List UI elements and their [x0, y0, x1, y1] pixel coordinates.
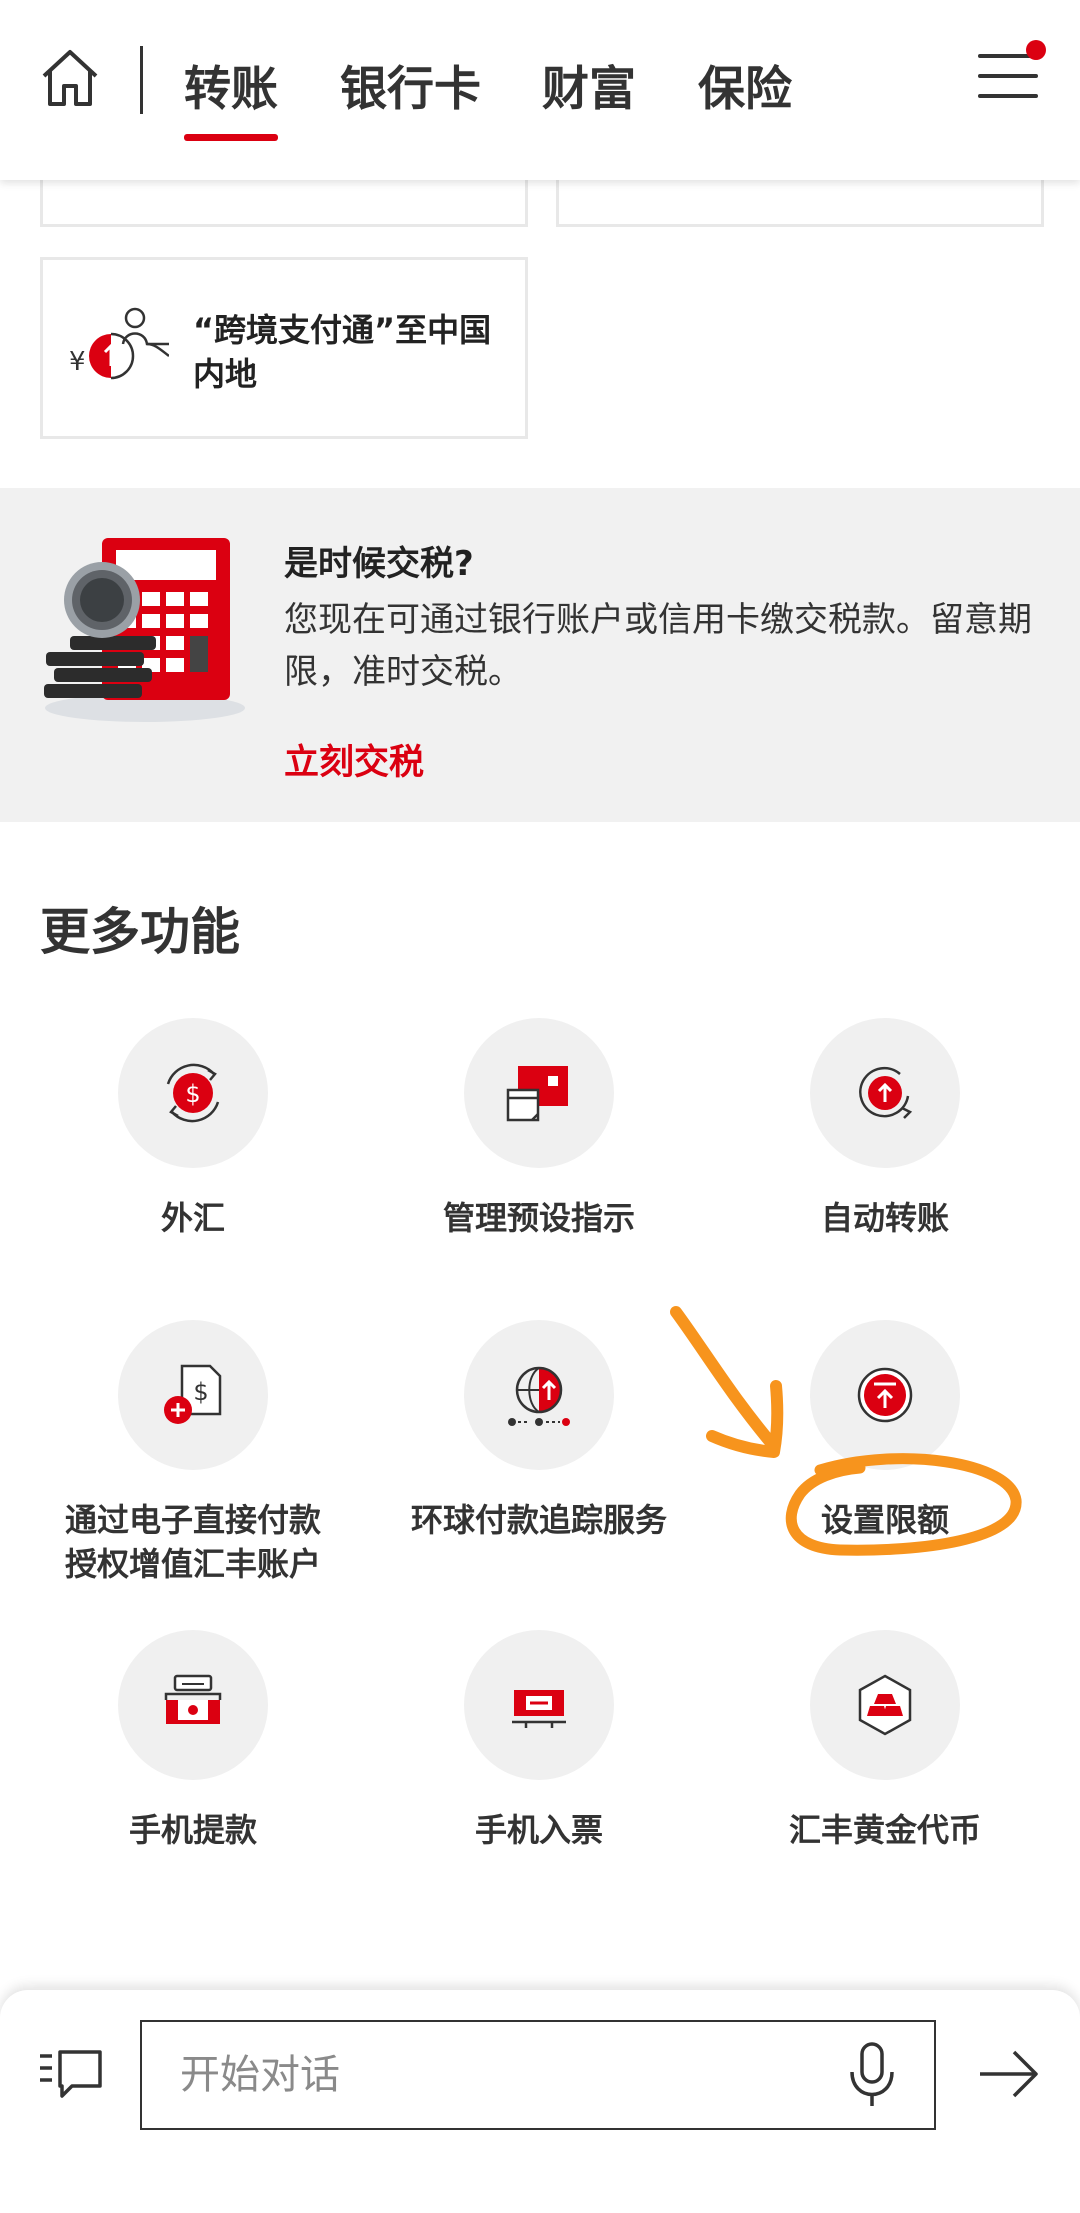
feature-set-limit[interactable]: 设置限额: [712, 1320, 1058, 1542]
mobile-cash-withdrawal-icon: [118, 1630, 268, 1780]
edda-topup-icon: $: [118, 1320, 268, 1470]
feature-mobile-cash-withdrawal[interactable]: 手机提款: [20, 1630, 366, 1852]
feature-global-payment-tracker[interactable]: 环球付款追踪服务: [366, 1320, 712, 1542]
feature-mobile-cheque-deposit-label: 手机入票: [474, 1811, 603, 1849]
chat-menu-icon[interactable]: [38, 2046, 104, 2106]
top-nav-bar: 转账 银行卡 财富 保险: [0, 0, 1080, 180]
tax-promo-banner: 是时候交税? 您现在可通过银行账户或信用卡缴交税款。留意期限，准时交税。 立刻交…: [0, 488, 1080, 822]
feature-fx[interactable]: $ 外汇: [20, 1018, 366, 1240]
auto-transfer-icon: [810, 1018, 960, 1168]
svg-text:¥: ¥: [69, 347, 86, 377]
hamburger-menu-icon[interactable]: [978, 40, 1046, 104]
pay-tax-now-link[interactable]: 立刻交税: [284, 734, 424, 785]
send-arrow-icon[interactable]: [976, 2044, 1042, 2104]
feature-fx-label: 外汇: [160, 1199, 225, 1237]
feature-auto-transfer[interactable]: 自动转账: [712, 1018, 1058, 1240]
notification-dot: [1026, 40, 1046, 60]
feature-manage-instructions-label: 管理预设指示: [442, 1199, 635, 1237]
feature-gold-token[interactable]: 汇丰黄金代币: [712, 1630, 1058, 1852]
microphone-icon[interactable]: [844, 2040, 900, 2110]
feature-set-limit-label: 设置限额: [820, 1501, 949, 1539]
cross-border-payment-icon: ¥: [69, 304, 170, 394]
svg-text:$: $: [193, 1378, 208, 1406]
cross-border-payment-label: “跨境支付通”至中国内地: [193, 311, 492, 393]
more-features-title: 更多功能: [40, 903, 240, 961]
gold-token-icon: [810, 1630, 960, 1780]
feature-global-payment-tracker-label: 环球付款追踪服务: [410, 1501, 667, 1539]
tax-banner-body: 您现在可通过银行账户或信用卡缴交税款。留意期限，准时交税。: [284, 600, 1032, 692]
chat-bar: [0, 1990, 1080, 2213]
nav-divider: [140, 46, 143, 114]
tax-banner-title: 是时候交税?: [284, 544, 474, 584]
currency-exchange-icon: $: [118, 1018, 268, 1168]
feature-gold-token-label: 汇丰黄金代币: [788, 1811, 981, 1849]
tab-cards[interactable]: 银行卡: [340, 50, 481, 119]
feature-auto-transfer-label: 自动转账: [820, 1199, 949, 1237]
mobile-cheque-deposit-icon: [464, 1630, 614, 1780]
global-payment-tracker-icon: [464, 1320, 614, 1470]
tab-wealth[interactable]: 财富: [542, 50, 636, 119]
calculator-coins-illustration: [40, 536, 250, 726]
tab-insurance[interactable]: 保险: [698, 50, 792, 119]
feature-manage-instructions[interactable]: 管理预设指示: [366, 1018, 712, 1240]
manage-instructions-icon: [464, 1018, 614, 1168]
feature-mobile-cash-withdrawal-label: 手机提款: [128, 1811, 257, 1849]
tab-transfer[interactable]: 转账: [184, 50, 278, 141]
svg-text:$: $: [185, 1080, 200, 1108]
feature-edda-topup-label: 通过电子直接付款授权增值汇丰账户: [64, 1501, 321, 1583]
home-icon[interactable]: [36, 44, 104, 112]
chat-input[interactable]: [140, 2020, 936, 2130]
feature-edda-topup[interactable]: $ 通过电子直接付款授权增值汇丰账户: [20, 1320, 366, 1586]
cross-border-payment-card[interactable]: ¥ “跨境支付通”至中国内地: [40, 257, 528, 439]
feature-mobile-cheque-deposit[interactable]: 手机入票: [366, 1630, 712, 1852]
set-limit-icon: [810, 1320, 960, 1470]
